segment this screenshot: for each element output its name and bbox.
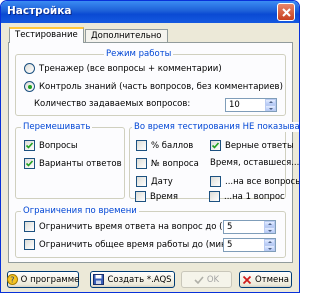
question-count-spin-buttons[interactable] (265, 99, 276, 111)
control-radio-button[interactable] (24, 81, 35, 92)
create-aqs-label: Создать *.AQS (107, 274, 172, 285)
control-label: Контроль знаний (часть вопросов, без ком… (39, 81, 283, 92)
hide-correct[interactable]: Верные ответы (210, 140, 294, 151)
total-time-spin-buttons[interactable] (264, 239, 275, 251)
hide-one-time[interactable]: ...на 1 вопрос (209, 191, 285, 202)
spin-down-icon[interactable] (264, 227, 275, 233)
shuffle-questions-checkbox[interactable] (24, 140, 35, 151)
answer-time-stepper[interactable]: 5 (223, 220, 276, 234)
limit-total-time-checkbox[interactable] (24, 239, 35, 250)
hide-legend: Во время тестирования НЕ показывать (132, 122, 299, 132)
hide-number-checkbox[interactable] (136, 158, 147, 169)
help-icon: ? (6, 274, 18, 285)
hide-correct-label: Верные ответы (225, 140, 294, 151)
trainer-radio[interactable]: Тренажер (все вопросы + комментарии) (24, 63, 222, 74)
trainer-label: Тренажер (все вопросы + комментарии) (39, 63, 222, 74)
shuffle-answers[interactable]: Варианты ответов (24, 158, 122, 169)
about-label: О программе (20, 274, 80, 285)
hide-all-time-label: ...на все вопросы (225, 176, 300, 187)
time-left-label-row: Время, оставшеся... (210, 158, 299, 168)
hide-time-label: Время (150, 191, 178, 202)
title-bar[interactable]: Настройка (1, 1, 299, 23)
hide-one-time-label: ...на 1 вопрос (224, 191, 285, 202)
limit-answer-time[interactable]: Ограничить время ответа на вопрос до (се… (24, 221, 241, 232)
question-count-value[interactable]: 10 (229, 100, 240, 110)
answer-time-spin-buttons[interactable] (264, 221, 275, 233)
shuffle-questions-label: Вопросы (39, 140, 78, 151)
tab-panel-testing: Режим работы Тренажер (все вопросы + ком… (8, 42, 299, 263)
limit-answer-time-checkbox[interactable] (24, 221, 35, 232)
question-count-label: Количество задаваемых вопросов: (34, 99, 191, 109)
hide-date-checkbox[interactable] (136, 176, 147, 187)
spin-down-icon[interactable] (264, 245, 275, 251)
close-button[interactable] (277, 3, 295, 21)
hide-score[interactable]: % баллов (136, 140, 193, 151)
limit-total-time-label: Ограничить общее время работы до (мин) (39, 239, 230, 250)
hide-one-time-checkbox[interactable] (209, 191, 220, 202)
trainer-radio-button[interactable] (24, 63, 35, 74)
time-limit-legend: Ограничения по времени (21, 206, 139, 216)
ok-button[interactable]: OK (181, 271, 232, 288)
ok-label: OK (206, 274, 220, 285)
shuffle-answers-label: Варианты ответов (39, 158, 122, 169)
hide-group: Во время тестирования НЕ показывать % ба… (129, 122, 299, 199)
hide-time-checkbox[interactable] (135, 191, 146, 202)
total-time-stepper[interactable]: 5 (223, 238, 276, 252)
hide-score-checkbox[interactable] (136, 140, 147, 151)
shuffle-answers-checkbox[interactable] (24, 158, 35, 169)
hide-correct-checkbox[interactable] (210, 140, 221, 151)
time-left-label: Время, оставшеся... (210, 158, 300, 168)
question-count-row: Количество задаваемых вопросов: (34, 99, 190, 109)
settings-window: Настройка Тестирование Дополнительно Реж… (0, 0, 300, 293)
close-icon (282, 8, 291, 17)
hide-score-label: % баллов (151, 140, 194, 151)
control-radio[interactable]: Контроль знаний (часть вопросов, без ком… (24, 81, 283, 92)
limit-total-time[interactable]: Ограничить общее время работы до (мин) (24, 239, 230, 250)
shuffle-group: Перемешивать Вопросы Варианты ответов (15, 122, 125, 199)
shuffle-questions[interactable]: Вопросы (24, 140, 78, 151)
answer-time-value[interactable]: 5 (227, 222, 232, 232)
tab-additional[interactable]: Дополнительно (85, 29, 168, 42)
check-icon (25, 160, 34, 167)
time-limit-group: Ограничения по времени Ограничить время … (15, 206, 286, 258)
hide-number[interactable]: № вопроса (136, 158, 199, 169)
hide-all-time[interactable]: ...на все вопросы (210, 176, 300, 187)
mode-legend: Режим работы (104, 49, 174, 59)
save-icon (93, 274, 105, 285)
hide-all-time-checkbox[interactable] (210, 176, 221, 187)
total-time-value[interactable]: 5 (227, 240, 232, 250)
svg-text:?: ? (10, 276, 14, 285)
hide-date-label: Дату (151, 176, 173, 187)
ok-check-icon (194, 275, 204, 285)
shuffle-legend: Перемешивать (21, 122, 93, 132)
mode-group: Режим работы Тренажер (все вопросы + ком… (15, 49, 286, 116)
create-aqs-button[interactable]: Создать *.AQS (90, 271, 175, 288)
spin-down-icon[interactable] (265, 105, 276, 111)
question-count-stepper[interactable]: 10 (225, 98, 277, 112)
window-title: Настройка (7, 5, 72, 17)
check-icon (25, 142, 34, 149)
limit-answer-time-label: Ограничить время ответа на вопрос до (се… (39, 221, 241, 232)
about-button[interactable]: ? О программе (6, 271, 80, 288)
hide-time[interactable]: Время (135, 191, 178, 202)
check-icon (211, 142, 220, 149)
cancel-label: Отмена (254, 274, 290, 285)
cancel-button[interactable]: Отмена (239, 271, 292, 288)
tab-testing[interactable]: Тестирование (9, 27, 84, 43)
hide-date[interactable]: Дату (136, 176, 173, 187)
cancel-x-icon (242, 275, 252, 285)
hide-number-label: № вопроса (151, 158, 199, 169)
